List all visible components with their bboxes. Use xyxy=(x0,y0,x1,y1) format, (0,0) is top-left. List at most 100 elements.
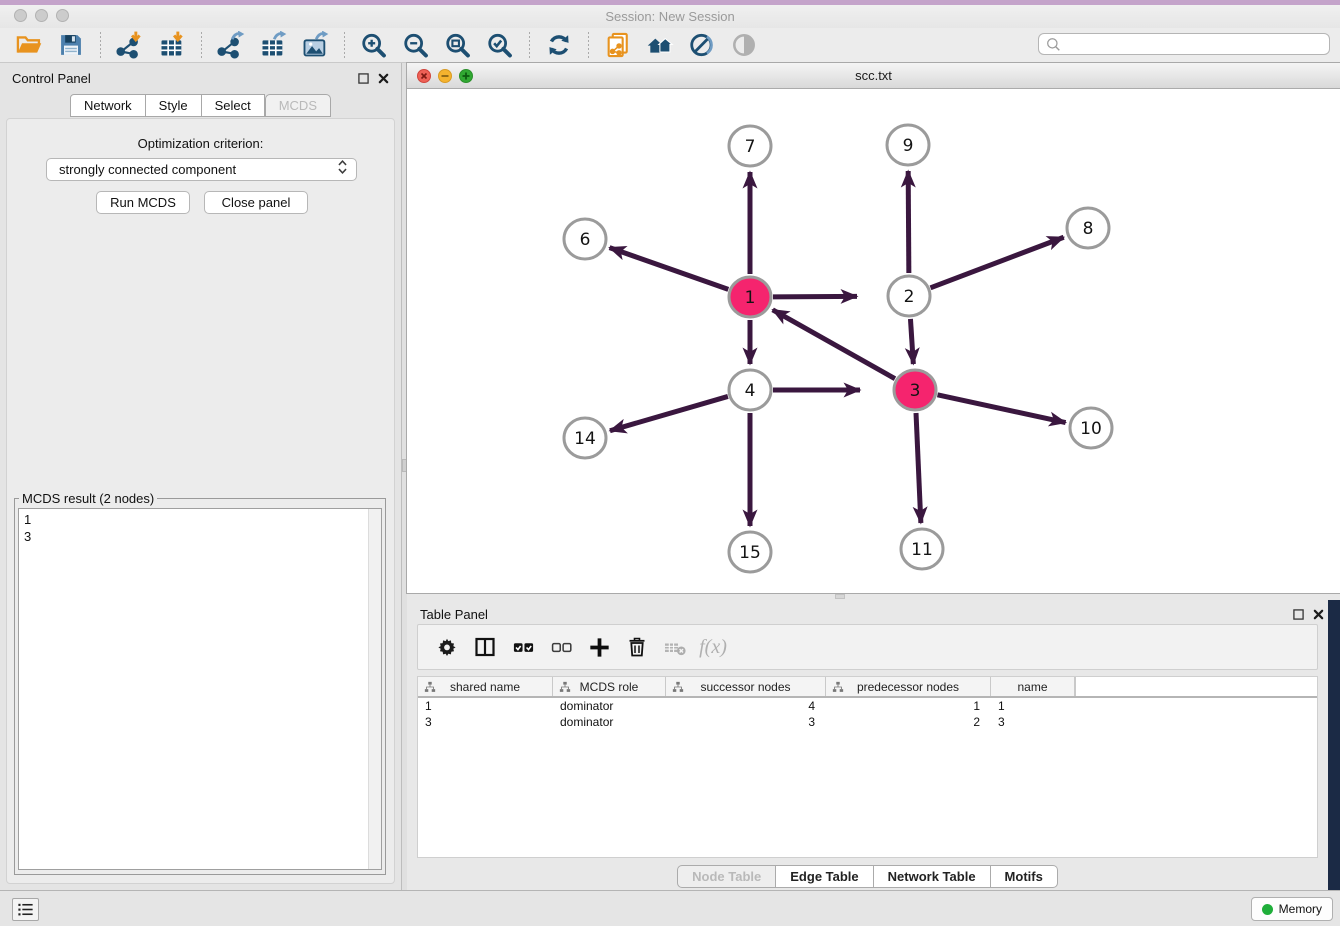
graph-node-15[interactable]: 15 xyxy=(729,532,771,572)
graph-edge-1-6[interactable] xyxy=(610,248,729,290)
graph-node-1[interactable]: 1 xyxy=(729,277,771,317)
graph-edge-1-2[interactable] xyxy=(773,296,857,297)
hierarchy-icon xyxy=(424,680,436,698)
dropdown-stepper-icon xyxy=(336,159,349,180)
table-cell[interactable]: dominator xyxy=(553,714,666,730)
zoom-window-icon[interactable] xyxy=(56,9,69,22)
export-network-icon[interactable] xyxy=(216,30,246,60)
graph-node-6[interactable]: 6 xyxy=(564,219,606,259)
task-history-button[interactable] xyxy=(12,898,39,921)
table-cell[interactable]: 1 xyxy=(418,698,553,714)
table-cell[interactable]: 4 xyxy=(666,698,826,714)
splitter-grip[interactable] xyxy=(835,594,845,599)
graph-node-10[interactable]: 10 xyxy=(1070,408,1112,448)
svg-text:9: 9 xyxy=(903,136,914,156)
tab-style[interactable]: Style xyxy=(146,94,202,117)
tab-edge-table[interactable]: Edge Table xyxy=(776,865,873,888)
import-table-icon[interactable] xyxy=(157,30,187,60)
column-header-MCDS-role[interactable]: MCDS role xyxy=(553,677,666,696)
graph-edge-3-11[interactable] xyxy=(916,413,921,523)
add-column-icon[interactable] xyxy=(585,633,613,661)
deselect-all-icon[interactable] xyxy=(547,633,575,661)
export-image-icon[interactable] xyxy=(300,30,330,60)
column-header-shared-name[interactable]: shared name xyxy=(418,677,553,696)
float-panel-icon[interactable] xyxy=(1293,607,1304,625)
table-row[interactable]: 1dominator411 xyxy=(418,698,1317,714)
memory-button[interactable]: Memory xyxy=(1251,897,1333,921)
export-table-icon[interactable] xyxy=(258,30,288,60)
home-icon[interactable] xyxy=(645,30,675,60)
control-panel-header: Control Panel xyxy=(0,63,401,93)
close-window-icon[interactable] xyxy=(417,69,431,83)
zoom-selected-icon[interactable] xyxy=(485,30,515,60)
search-input[interactable] xyxy=(1038,33,1330,55)
minimize-window-icon[interactable] xyxy=(438,69,452,83)
graph-node-11[interactable]: 11 xyxy=(901,529,943,569)
graph-node-7[interactable]: 7 xyxy=(729,126,771,166)
import-network-icon[interactable] xyxy=(115,30,145,60)
column-header-name[interactable]: name xyxy=(991,677,1075,696)
hide-panels-icon[interactable] xyxy=(687,30,717,60)
split-view-icon[interactable] xyxy=(471,633,499,661)
graph-node-2[interactable]: 2 xyxy=(888,276,930,316)
apply-layout-icon[interactable] xyxy=(544,30,574,60)
close-panel-icon[interactable] xyxy=(1313,607,1324,625)
tab-select[interactable]: Select xyxy=(202,94,265,117)
criterion-dropdown[interactable]: strongly connected component xyxy=(46,158,357,181)
zoom-out-icon[interactable] xyxy=(401,30,431,60)
close-panel-button[interactable]: Close panel xyxy=(204,191,308,214)
zoom-window-icon[interactable] xyxy=(459,69,473,83)
select-all-icon[interactable] xyxy=(509,633,537,661)
graph-node-8[interactable]: 8 xyxy=(1067,208,1109,248)
status-bar: Memory xyxy=(0,890,1340,926)
table-cell[interactable]: 1 xyxy=(991,698,1075,714)
table-cell[interactable]: 1 xyxy=(826,698,991,714)
column-header-empty xyxy=(1075,677,1317,696)
table-cell[interactable]: 3 xyxy=(418,714,553,730)
control-panel: Control Panel NetworkStyleSelectMCDS Opt… xyxy=(0,63,401,890)
window-title: Session: New Session xyxy=(0,5,1340,28)
float-panel-icon[interactable] xyxy=(358,71,369,89)
open-session-icon[interactable] xyxy=(14,30,44,60)
table-row[interactable]: 3dominator323 xyxy=(418,714,1317,730)
table-cell[interactable]: 3 xyxy=(666,714,826,730)
graph-edge-3-10[interactable] xyxy=(937,395,1065,423)
horizontal-splitter[interactable] xyxy=(407,593,1340,600)
graph-node-14[interactable]: 14 xyxy=(564,418,606,458)
table-cell[interactable]: 3 xyxy=(991,714,1075,730)
table-tabs: Node TableEdge TableNetwork TableMotifs xyxy=(407,865,1328,888)
close-window-icon[interactable] xyxy=(14,9,27,22)
delete-column-icon[interactable] xyxy=(623,633,651,661)
graph-node-3[interactable]: 3 xyxy=(894,370,936,410)
close-panel-icon[interactable] xyxy=(378,71,389,89)
graph-node-9[interactable]: 9 xyxy=(887,125,929,165)
column-header-predecessor-nodes[interactable]: predecessor nodes xyxy=(826,677,991,696)
result-scrollbar[interactable] xyxy=(368,509,381,869)
hierarchy-icon xyxy=(559,680,571,698)
tab-node-table[interactable]: Node Table xyxy=(677,865,776,888)
graph-node-4[interactable]: 4 xyxy=(729,370,771,410)
mcds-result-textarea[interactable]: 13 xyxy=(18,508,382,870)
tab-network[interactable]: Network xyxy=(70,94,146,117)
search-field[interactable] xyxy=(1038,33,1330,55)
run-mcds-button[interactable]: Run MCDS xyxy=(96,191,190,214)
tab-motifs[interactable]: Motifs xyxy=(991,865,1058,888)
graph-edge-2-8[interactable] xyxy=(931,237,1064,288)
network-canvas[interactable]: 7 9 6 8 1 2 4 3 14 10 15 11 xyxy=(407,89,1340,593)
graph-edge-2-9[interactable] xyxy=(908,171,909,273)
graph-edge-2-3[interactable] xyxy=(910,319,913,364)
tab-mcds[interactable]: MCDS xyxy=(265,94,331,117)
save-session-icon[interactable] xyxy=(56,30,86,60)
table-cell[interactable]: dominator xyxy=(553,698,666,714)
graph-edge-3-1[interactable] xyxy=(773,310,895,379)
tab-network-table[interactable]: Network Table xyxy=(874,865,991,888)
graph-edge-4-14[interactable] xyxy=(610,396,728,430)
table-cell[interactable]: 2 xyxy=(826,714,991,730)
settings-icon[interactable] xyxy=(433,633,461,661)
minimize-window-icon[interactable] xyxy=(35,9,48,22)
network-view-window: scc.txt 7968124314101511 xyxy=(407,63,1340,593)
zoom-fit-icon[interactable] xyxy=(443,30,473,60)
column-header-successor-nodes[interactable]: successor nodes xyxy=(666,677,826,696)
clone-network-icon[interactable] xyxy=(603,30,633,60)
zoom-in-icon[interactable] xyxy=(359,30,389,60)
